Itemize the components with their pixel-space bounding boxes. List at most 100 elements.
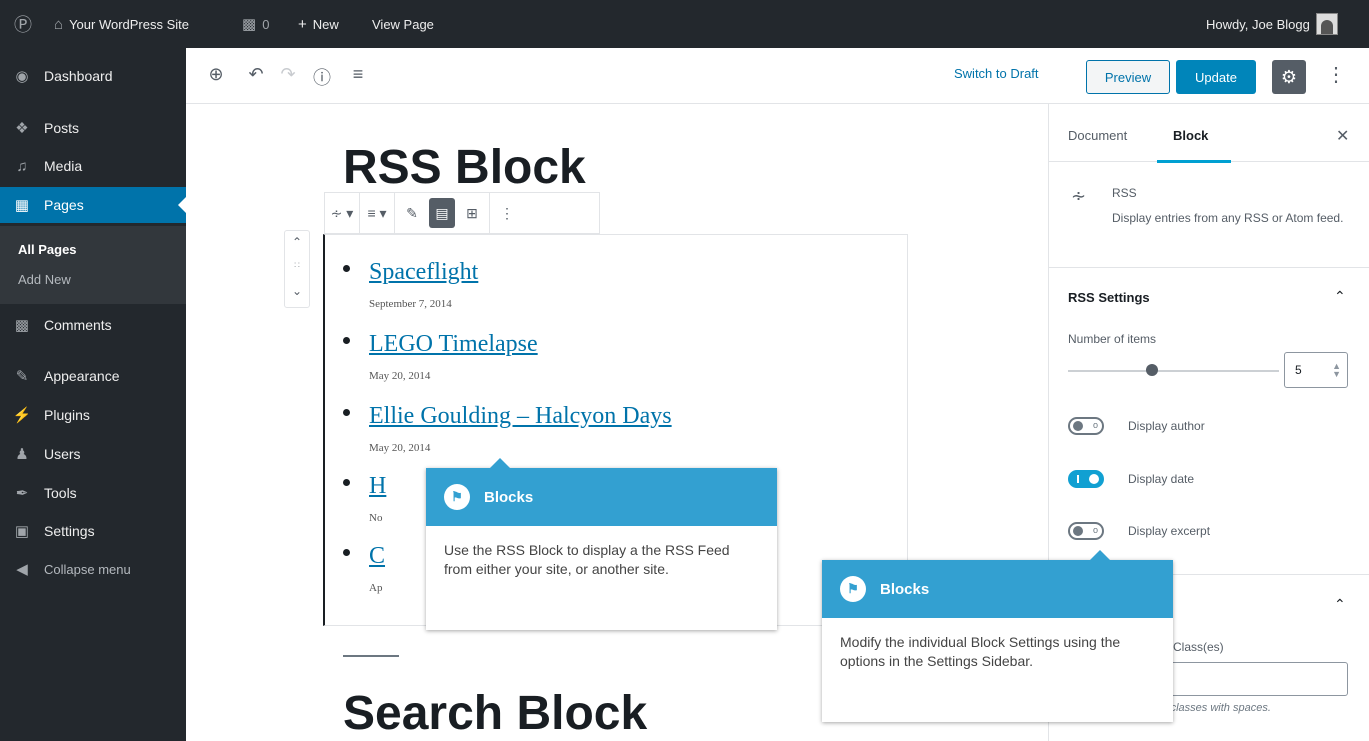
submenu-add-new[interactable]: Add New	[18, 272, 71, 287]
comment-icon: ▩	[242, 16, 257, 33]
pages-submenu: All Pages Add New	[0, 226, 186, 304]
update-button[interactable]: Update	[1176, 60, 1256, 94]
pages-icon: ▦	[14, 197, 30, 214]
rss-entry-date: No	[369, 512, 383, 524]
rss-entry-date: September 7, 2014	[369, 298, 452, 310]
redo-icon[interactable]: ↷	[276, 64, 300, 85]
drag-handle-icon[interactable]: ∷	[285, 260, 309, 271]
display-date-toggle[interactable]	[1068, 470, 1104, 488]
block-mover: ⌃ ∷ ⌄	[284, 230, 310, 308]
rss-entry-link[interactable]: LEGO Timelapse	[369, 331, 538, 357]
sidebar-item-comments[interactable]: ▩ Comments	[0, 307, 186, 343]
display-author-toggle[interactable]: o	[1068, 417, 1104, 435]
preview-button[interactable]: Preview	[1086, 60, 1170, 94]
heading-rss-block[interactable]: RSS Block	[343, 140, 586, 195]
move-up-icon[interactable]: ⌃	[285, 235, 309, 249]
tooltip-header: ⚑ Blocks	[822, 560, 1173, 618]
block-more-icon[interactable]: ⋮	[494, 198, 520, 228]
plus-icon: +	[298, 15, 307, 33]
move-down-icon[interactable]: ⌄	[285, 284, 309, 298]
display-author-row: o Display author	[1068, 414, 1205, 438]
block-card-description: Display entries from any RSS or Atom fee…	[1112, 211, 1344, 225]
list-item: Spaceflight September 7, 2014	[343, 259, 478, 310]
display-author-label: Display author	[1128, 419, 1205, 433]
list-item: Ellie Goulding – Halcyon Days May 20, 20…	[343, 403, 672, 454]
flag-icon: ⚑	[840, 576, 866, 602]
comment-icon: ▩	[14, 317, 30, 334]
align-icon[interactable]: ≡ ▾	[364, 198, 390, 228]
css-class-label: Class(es)	[1173, 640, 1224, 654]
pin-icon: ❖	[15, 120, 29, 137]
users-icon: ♟	[15, 446, 29, 463]
block-toolbar: ∻ ▾ ≡ ▾ ✎ ▤ ⊞ ⋮	[324, 192, 600, 234]
sidebar-item-posts[interactable]: ❖ Posts	[0, 110, 186, 146]
display-excerpt-label: Display excerpt	[1128, 524, 1211, 538]
sidebar-item-settings[interactable]: ▣ Settings	[0, 513, 186, 549]
rss-entry-link[interactable]: H	[369, 473, 386, 499]
tooltip-rss-block: ⚑ Blocks Use the RSS Block to display a …	[426, 458, 777, 630]
chevron-up-icon[interactable]: ⌃	[1334, 288, 1346, 305]
rss-icon: ∻	[1071, 186, 1087, 206]
settings-icon: ▣	[14, 523, 30, 540]
new-content-link[interactable]: + New	[298, 0, 339, 48]
settings-tabs: Document Block ✕	[1049, 104, 1369, 163]
rss-entry-date: May 20, 2014	[369, 370, 431, 382]
avatar	[1315, 13, 1338, 35]
separator-block[interactable]	[343, 655, 399, 657]
list-item: LEGO Timelapse May 20, 2014	[343, 331, 538, 382]
wrench-icon: ✒	[15, 485, 29, 502]
site-name-link[interactable]: ⌂ Your WordPress Site	[54, 0, 189, 48]
css-class-help: le classes with spaces.	[1159, 702, 1271, 714]
rss-entry-link[interactable]: C	[369, 543, 385, 569]
rss-entry-date: Ap	[369, 582, 383, 594]
display-excerpt-toggle[interactable]: o	[1068, 522, 1104, 540]
rss-settings-panel-title[interactable]: RSS Settings	[1068, 290, 1150, 305]
display-date-label: Display date	[1128, 472, 1195, 486]
undo-icon[interactable]: ↶	[244, 64, 268, 85]
admin-bar: Ⓟ ⌂ Your WordPress Site ▩ 0 + New View P…	[0, 0, 1369, 48]
settings-gear-button[interactable]: ⚙	[1272, 60, 1306, 94]
wordpress-logo-icon[interactable]: Ⓟ	[14, 0, 32, 48]
tooltip-body: Use the RSS Block to display a the RSS F…	[444, 542, 730, 577]
info-icon[interactable]: ⓘ	[310, 64, 334, 90]
block-navigation-icon[interactable]: ≡	[346, 64, 370, 85]
dashboard-icon: ◉	[15, 68, 29, 85]
sidebar-item-pages[interactable]: ▦ Pages	[0, 187, 186, 223]
heading-search-block[interactable]: Search Block	[343, 686, 647, 741]
sidebar-item-plugins[interactable]: ⚡ Plugins	[0, 397, 186, 433]
submenu-all-pages[interactable]: All Pages	[18, 242, 77, 257]
close-icon[interactable]: ✕	[1336, 126, 1349, 146]
view-page-link[interactable]: View Page	[372, 0, 434, 48]
tab-document[interactable]: Document	[1068, 128, 1127, 143]
number-of-items-input[interactable]: 5 ▲ ▼	[1284, 352, 1348, 388]
add-block-icon[interactable]: ⊕	[204, 64, 228, 85]
sidebar-item-appearance[interactable]: ✎ Appearance	[0, 358, 186, 394]
list-view-icon[interactable]: ▤	[429, 198, 455, 228]
slider-thumb[interactable]	[1146, 364, 1159, 376]
sidebar-item-dashboard[interactable]: ◉ Dashboard	[0, 58, 186, 94]
chevron-up-icon[interactable]: ⌃	[1334, 596, 1346, 613]
sidebar-item-users[interactable]: ♟ Users	[0, 436, 186, 472]
sidebar-item-media[interactable]: ♫ Media	[0, 148, 186, 184]
number-of-items-label: Number of items	[1068, 332, 1157, 346]
switch-to-draft-button[interactable]: Switch to Draft	[954, 66, 1039, 81]
user-account-menu[interactable]: Howdy, Joe Blogg	[1206, 0, 1338, 48]
tab-block[interactable]: Block	[1173, 128, 1208, 143]
tooltip-body: Modify the individual Block Settings usi…	[840, 634, 1121, 669]
rss-entry-link[interactable]: Ellie Goulding – Halcyon Days	[369, 403, 672, 429]
block-card-title: RSS	[1112, 186, 1137, 200]
sidebar-item-tools[interactable]: ✒ Tools	[0, 475, 186, 511]
editor-header: ⊕ ↶ ↷ ⓘ ≡ Switch to Draft Preview Update…	[186, 48, 1369, 104]
more-options-icon[interactable]: ⋮	[1326, 62, 1346, 87]
sidebar-collapse-menu[interactable]: ◀ Collapse menu	[0, 551, 186, 587]
grid-view-icon[interactable]: ⊞	[459, 198, 485, 228]
edit-pencil-icon[interactable]: ✎	[399, 198, 425, 228]
number-of-items-slider[interactable]	[1068, 370, 1279, 372]
rss-entry-link[interactable]: Spaceflight	[369, 259, 478, 285]
tooltip-header: ⚑ Blocks	[426, 468, 777, 526]
comments-link[interactable]: ▩ 0	[242, 0, 269, 48]
rss-block-type-icon[interactable]: ∻ ▾	[329, 198, 355, 228]
display-date-row: Display date	[1068, 467, 1194, 491]
spinner-icon: ▲ ▼	[1332, 361, 1341, 379]
list-item: C Ap	[343, 543, 385, 594]
